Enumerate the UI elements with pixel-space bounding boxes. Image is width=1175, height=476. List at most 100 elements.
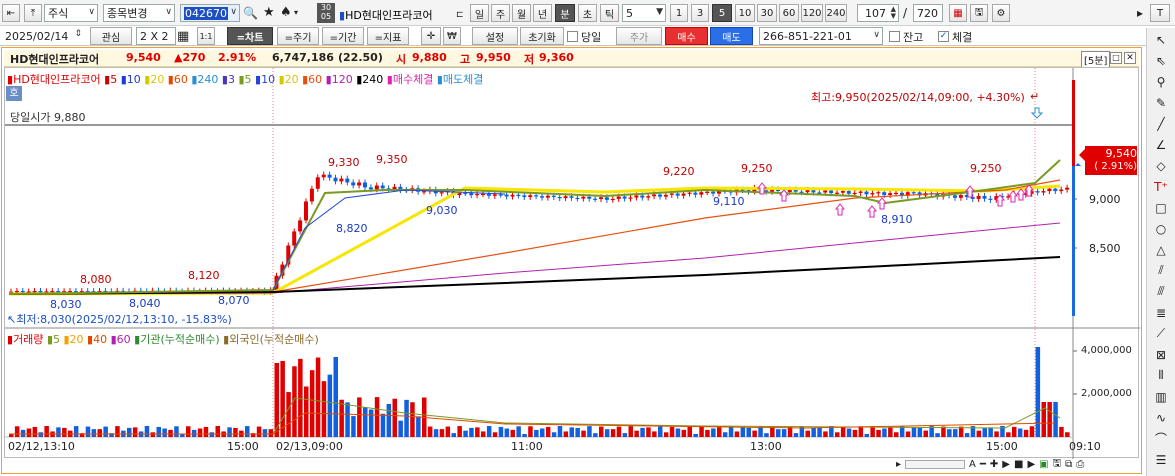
candle-body: [545, 195, 550, 198]
tab-range[interactable]: =기간: [322, 27, 364, 45]
chart-panel[interactable]: ▮HD현대인프라코어 ▮5 ▮10 ▮20 ▮60 ▮240 ▮3 ▮5 ▮10…: [4, 67, 1140, 459]
quick-30[interactable]: 30: [757, 4, 777, 22]
search-icon[interactable]: 🔍: [243, 6, 258, 20]
triangle-icon[interactable]: △: [1151, 240, 1171, 259]
stop-icon[interactable]: ■: [1014, 459, 1023, 470]
copy-icon[interactable]: ⧉: [1065, 459, 1072, 470]
print-icon[interactable]: ⎙: [1076, 459, 1084, 470]
trendline-icon[interactable]: ╱: [1151, 114, 1171, 133]
period-month[interactable]: 월: [512, 4, 531, 22]
crosshair-icon[interactable]: ✛: [421, 27, 441, 45]
arc-icon[interactable]: ⌒: [1151, 429, 1171, 448]
wave-icon[interactable]: ∿: [1151, 408, 1171, 427]
quick-1[interactable]: 1: [670, 4, 688, 22]
cycle-icon[interactable]: ⦀: [1151, 366, 1171, 385]
eraser-icon[interactable]: ◇: [1151, 156, 1171, 175]
angle-icon[interactable]: ∠: [1151, 135, 1171, 154]
fibonacci-icon[interactable]: ≣: [1151, 303, 1171, 322]
volume-bar: [894, 432, 899, 437]
magic-icon[interactable]: ⚲: [1151, 72, 1171, 91]
text-icon[interactable]: T⁺: [1151, 177, 1171, 196]
grid-icon[interactable]: ▥: [1151, 387, 1171, 406]
period-week[interactable]: 주: [491, 4, 510, 22]
zoom-out-icon[interactable]: A: [969, 459, 976, 470]
account-select[interactable]: 266-851-221-01 ∨: [759, 27, 883, 45]
spade-dropdown-icon[interactable]: ▾: [294, 8, 298, 17]
balance-checkbox[interactable]: [889, 31, 900, 42]
tab-chart[interactable]: =차트: [227, 27, 273, 45]
box-icon[interactable]: ⊠: [1151, 345, 1171, 364]
stock-code-input[interactable]: 042670 ∨: [180, 4, 240, 22]
next-icon[interactable]: ▶: [1027, 459, 1035, 470]
market-select[interactable]: 주식 ∨: [44, 4, 98, 22]
settings-button[interactable]: 설정: [472, 27, 518, 45]
candle-body: [711, 191, 716, 194]
quick-240[interactable]: 240: [825, 4, 847, 22]
cursor-icon[interactable]: ↖: [1151, 30, 1171, 49]
pen-icon[interactable]: ✎: [1151, 93, 1171, 112]
link-icon[interactable]: ⊏: [456, 10, 464, 20]
sell-button[interactable]: 매도: [710, 27, 753, 45]
zoom-minus-icon[interactable]: ━: [980, 459, 986, 470]
save-icon[interactable]: 🖫: [1053, 456, 1062, 473]
quote-button[interactable]: 호: [6, 86, 22, 101]
rectangle-icon[interactable]: □: [1151, 198, 1171, 217]
layout-select[interactable]: 2 X 2: [136, 27, 176, 45]
stock-search-select[interactable]: 종목변경 ∨: [103, 4, 175, 22]
volume-bar: [392, 398, 397, 437]
ma-legend-item: ▮20: [275, 73, 299, 86]
tab-period[interactable]: =주기: [277, 27, 319, 45]
levels-icon[interactable]: ☰: [1151, 450, 1171, 469]
quick-120[interactable]: 120: [801, 4, 823, 22]
play-icon[interactable]: ▶: [1002, 459, 1010, 470]
quick-5[interactable]: 5: [712, 4, 732, 22]
price-button[interactable]: 주가: [616, 27, 662, 45]
display-count-input[interactable]: 107 ▲ ▼: [857, 4, 899, 22]
ratio-button[interactable]: 1:1: [197, 27, 215, 45]
period-minute[interactable]: 분: [555, 4, 575, 22]
period-second[interactable]: 초: [578, 4, 597, 22]
scroll-left-icon[interactable]: ▸: [896, 459, 901, 470]
scrollbar-thumb[interactable]: [905, 459, 966, 469]
quick-60[interactable]: 60: [779, 4, 799, 22]
count-separator: /: [903, 6, 908, 20]
excel-icon[interactable]: ▣: [1039, 459, 1048, 470]
interest-button[interactable]: 관심: [90, 27, 132, 45]
fan-icon[interactable]: ⟋: [1151, 324, 1171, 343]
grid-color-icon[interactable]: ▦: [949, 4, 967, 22]
tab-indicator[interactable]: =지표: [367, 27, 409, 45]
tick-value-select[interactable]: 5 ▼: [622, 4, 666, 22]
price-legend: ▮HD현대인프라코어 ▮5 ▮10 ▮20 ▮60 ▮240 ▮3 ▮5 ▮10…: [7, 71, 483, 87]
collapse-right-icon[interactable]: ▸: [1134, 4, 1146, 22]
zoom-plus-icon[interactable]: ✚: [990, 459, 998, 470]
buy-button[interactable]: 매수: [665, 27, 708, 45]
pin-left-icon[interactable]: ⇤: [2, 4, 20, 22]
period-day[interactable]: 일: [470, 4, 489, 22]
quick-3[interactable]: 3: [691, 4, 709, 22]
price-volume-chart[interactable]: [5, 68, 1140, 459]
interval-badge[interactable]: [5분]: [1081, 51, 1111, 68]
always-on-top-icon[interactable]: ⤒: [24, 4, 42, 22]
candle-body: [693, 192, 698, 195]
fill-checkbox[interactable]: ✓: [938, 31, 949, 42]
parallel-icon[interactable]: ⫽: [1151, 261, 1171, 280]
pointer-icon[interactable]: ⇖: [1151, 51, 1171, 70]
period-year[interactable]: 년: [533, 4, 552, 22]
gear-icon[interactable]: ⚙: [992, 4, 1010, 22]
text-tool-icon[interactable]: T: [1150, 4, 1170, 22]
date-field[interactable]: 2025/02/14 ⇕: [2, 27, 84, 45]
maximize-icon[interactable]: □: [1110, 52, 1122, 64]
info-volume: 6,747,186: [272, 51, 334, 64]
star-icon[interactable]: ★: [263, 5, 275, 20]
reset-button[interactable]: 초기화: [520, 27, 564, 45]
calculator-icon[interactable]: ▦: [177, 29, 189, 44]
quick-10[interactable]: 10: [735, 4, 755, 22]
won-icon[interactable]: ₩: [443, 27, 461, 45]
close-icon[interactable]: ✕: [1124, 52, 1136, 64]
save-icon[interactable]: 🖫: [970, 4, 988, 22]
circle-icon[interactable]: ○: [1151, 219, 1171, 238]
period-tick[interactable]: 틱: [600, 4, 619, 22]
channel-icon[interactable]: ⫻: [1151, 282, 1171, 301]
same-day-checkbox[interactable]: [567, 31, 578, 42]
spade-icon[interactable]: ♠: [280, 5, 292, 20]
